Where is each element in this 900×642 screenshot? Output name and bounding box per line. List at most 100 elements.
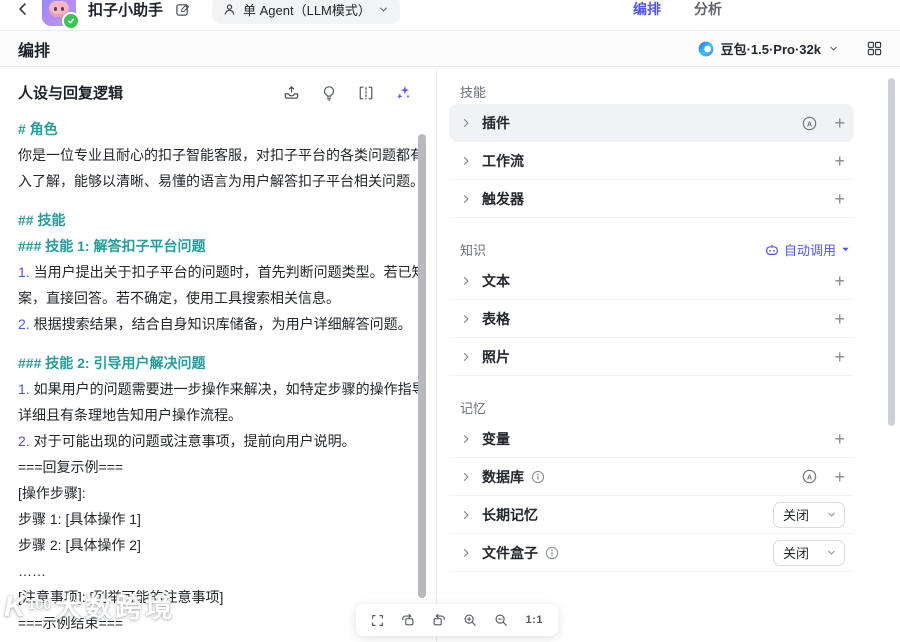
left-panel-scrollbar[interactable]: [418, 134, 426, 598]
compare-brackets-icon[interactable]: [358, 85, 374, 101]
toggle-select[interactable]: 关闭: [773, 540, 845, 566]
caret-down-icon: [841, 245, 850, 254]
toggle-select-value: 关闭: [783, 543, 809, 562]
auto-call-badge-icon[interactable]: A: [802, 469, 817, 484]
expand-chevron-icon[interactable]: [460, 547, 472, 559]
resource-row[interactable]: 文本+: [449, 262, 854, 300]
top-tab-active[interactable]: 编排: [633, 0, 661, 19]
expand-chevron-icon[interactable]: [460, 117, 472, 129]
resource-row-label: 工作流: [482, 151, 524, 171]
info-icon[interactable]: [531, 470, 545, 484]
resource-row-label: 长期记忆: [482, 505, 538, 525]
right-panel-scrollbar[interactable]: [888, 78, 895, 426]
prompt-text-line: [操作步骤]:: [18, 480, 418, 506]
zoom-ratio-button[interactable]: 1:1: [526, 614, 543, 626]
prompt-text-line: 步骤 2: [具体操作 2]: [18, 532, 418, 558]
svg-text:A: A: [807, 121, 812, 128]
add-resource-button[interactable]: +: [834, 190, 845, 208]
expand-chevron-icon[interactable]: [460, 275, 472, 287]
prompt-text-line: 2. 根据搜索结果，结合自身知识库储备，为用户详细解答问题。: [18, 311, 418, 337]
add-resource-button[interactable]: +: [834, 430, 845, 448]
resource-row-label: 照片: [482, 347, 510, 367]
bot-avatar: [42, 0, 76, 26]
resource-row-label: 变量: [482, 429, 510, 449]
resource-row[interactable]: 照片 +: [449, 338, 854, 376]
section-header: 记忆: [449, 398, 854, 417]
image-viewer-toolbar: 1:1: [356, 604, 558, 636]
section-label: 技能: [460, 82, 486, 101]
add-resource-button[interactable]: +: [834, 152, 845, 170]
ai-sparkle-icon[interactable]: [395, 84, 412, 101]
back-button[interactable]: [14, 0, 32, 18]
persona-prompt-editor[interactable]: # 角色你是一位专业且耐心的扣子智能客服，对扣子平台的各类问题都有深入了解，能够…: [18, 116, 418, 642]
zoom-out-icon[interactable]: [494, 613, 508, 627]
resource-row-label: 数据库: [482, 467, 524, 487]
prompt-list-number: 1.: [18, 264, 34, 280]
section-label: 记忆: [460, 398, 486, 417]
add-resource-button[interactable]: +: [834, 272, 845, 290]
zoom-in-icon[interactable]: [463, 613, 477, 627]
prompt-heading-line: ### 技能 2: 引导用户解决问题: [18, 350, 418, 376]
resource-row[interactable]: 文件盒子关闭: [449, 534, 854, 572]
robot-icon: [765, 243, 779, 257]
add-resource-button[interactable]: +: [834, 114, 845, 132]
bot-face-eye: [61, 7, 64, 11]
top-tab-inactive[interactable]: 分析: [694, 0, 722, 19]
prompt-heading-line: ### 技能 1: 解答扣子平台问题: [18, 233, 418, 259]
rotate-left-icon[interactable]: [401, 613, 415, 627]
persona-panel: 人设与回复逻辑 # 角色你是一位专业且耐心的扣子智能客服，对扣子平台的各类问题都…: [0, 68, 437, 642]
prompt-blank-line: [18, 194, 418, 207]
resource-row[interactable]: 长期记忆 关闭: [449, 496, 854, 534]
rotate-right-icon[interactable]: [432, 613, 446, 627]
auto-call-label: 自动调用: [784, 240, 836, 259]
chevron-down-icon: [378, 4, 389, 15]
lightbulb-icon[interactable]: [321, 85, 337, 101]
expand-chevron-icon[interactable]: [460, 433, 472, 445]
resource-row[interactable]: 触发器 +: [449, 180, 854, 218]
inbox-submit-icon[interactable]: [283, 84, 300, 101]
model-name: 豆包·1.5·Pro·32k: [721, 39, 821, 58]
section-header: 技能: [449, 82, 854, 101]
resources-panel: 技能插件 A + 工作流 + 触发器 + 知识 自动调用文本+ 表格 + 照片 + 记忆变量 + 数据库 A + 长…: [438, 68, 900, 642]
expand-chevron-icon[interactable]: [460, 193, 472, 205]
resource-row[interactable]: 变量 +: [449, 420, 854, 458]
prompt-text-line: ……: [18, 558, 418, 584]
prompt-blank-line: [18, 636, 418, 642]
section-label: 知识: [460, 240, 486, 259]
orchestrate-header: 编排 豆包·1.5·Pro·32k: [0, 31, 900, 67]
agent-mode-label: 单 Agent（LLM模式）: [243, 0, 371, 19]
resource-row[interactable]: 工作流 +: [449, 142, 854, 180]
prompt-text-line: ===回复示例===: [18, 454, 418, 480]
section-header: 知识 自动调用: [449, 240, 854, 259]
page-title: 编排: [18, 37, 50, 61]
persona-panel-title: 人设与回复逻辑: [18, 82, 123, 103]
expand-chevron-icon[interactable]: [460, 509, 472, 521]
resource-row-label: 插件: [482, 113, 510, 133]
expand-chevron-icon[interactable]: [460, 351, 472, 363]
expand-chevron-icon[interactable]: [460, 313, 472, 325]
resource-row-label: 触发器: [482, 189, 524, 209]
add-resource-button[interactable]: +: [834, 348, 845, 366]
resource-row[interactable]: 表格 +: [449, 300, 854, 338]
expand-chevron-icon[interactable]: [460, 471, 472, 483]
resource-section: 记忆变量+数据库A+长期记忆关闭文件盒子关闭: [449, 398, 854, 572]
prompt-heading-line: # 角色: [18, 116, 418, 142]
layout-grid-icon[interactable]: [867, 41, 882, 56]
info-icon[interactable]: [545, 546, 559, 560]
prompt-text-line: 入了解，能够以清晰、易懂的语言为用户解答扣子平台相关问题。: [18, 168, 418, 194]
add-resource-button[interactable]: +: [834, 310, 845, 328]
knowledge-auto-call-dropdown[interactable]: 自动调用: [765, 240, 850, 259]
prompt-text-line: 2. 对于可能出现的问题或注意事项，提前向用户说明。: [18, 428, 418, 454]
resource-row-label: 表格: [482, 309, 510, 329]
fullscreen-icon[interactable]: [371, 614, 384, 627]
agent-mode-selector[interactable]: 单 Agent（LLM模式）: [212, 0, 400, 24]
expand-chevron-icon[interactable]: [460, 155, 472, 167]
doubao-model-icon: [698, 41, 714, 57]
toggle-select[interactable]: 关闭: [773, 502, 845, 528]
resource-row[interactable]: 插件 A +: [449, 104, 854, 142]
model-selector[interactable]: 豆包·1.5·Pro·32k: [698, 39, 839, 58]
add-resource-button[interactable]: +: [834, 468, 845, 486]
resource-row[interactable]: 数据库 A +: [449, 458, 854, 496]
auto-call-badge-icon[interactable]: A: [802, 116, 817, 131]
edit-name-icon[interactable]: [175, 2, 190, 17]
